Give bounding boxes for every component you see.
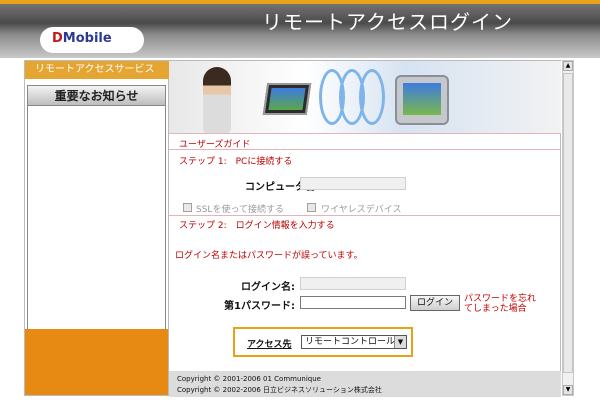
scroll-thumb[interactable] [563, 73, 573, 373]
sidebar-footer-block [25, 329, 168, 395]
password-label: 第1パスワード: [224, 301, 295, 312]
notice-panel: 重要なお知らせ [27, 85, 166, 333]
scroll-up-icon[interactable]: ▲ [563, 61, 573, 71]
password-input[interactable] [300, 296, 406, 309]
signal-ring-icon [359, 69, 385, 125]
logo[interactable]: DMobile [40, 27, 144, 53]
divider [169, 149, 561, 150]
logo-text: DMobile [52, 31, 112, 46]
copyright-line-1: Copyright © 2001-2006 01 Communique [177, 375, 321, 383]
copyright-line-2: Copyright © 2002-2006 日立ビジネスソリューション株式会社 [177, 386, 382, 394]
ssl-checkbox[interactable] [183, 203, 192, 212]
main-panel: ユーザーズガイド ステップ 1: PCに接続する コンピュータ名: SSLを使っ… [169, 60, 561, 397]
divider [169, 133, 561, 134]
right-margin [575, 58, 600, 400]
chevron-down-icon[interactable]: ▼ [394, 336, 406, 348]
footer: Copyright © 2001-2006 01 Communique Copy… [169, 371, 561, 397]
page-header: DMobile リモートアクセスログイン [0, 0, 600, 58]
laptop-screen [268, 88, 306, 110]
destination-selected: リモートコントロール [305, 337, 396, 347]
sidebar-heading: リモートアクセスサービス [25, 61, 170, 79]
laptop-icon [262, 83, 312, 115]
ssl-label: SSLを使って接続する [196, 205, 284, 215]
login-name-input[interactable] [300, 277, 406, 290]
banner-person [203, 67, 231, 133]
step1-heading: ステップ 1: PCに接続する [179, 157, 293, 167]
header-accent-line [0, 0, 600, 4]
forgot-password-link[interactable]: パスワードを忘れてしまった場合 [464, 294, 544, 314]
scroll-down-icon[interactable]: ▼ [563, 385, 573, 395]
banner-image [169, 61, 561, 133]
wireless-label: ワイヤレスデバイス [321, 205, 402, 215]
login-name-label: ログイン名: [241, 282, 295, 293]
logo-letter: D [52, 31, 63, 46]
error-message: ログイン名またはパスワードが誤っています。 [175, 251, 363, 261]
monitor-icon [395, 75, 449, 125]
monitor-screen [403, 83, 441, 115]
destination-box: アクセス先 リモートコントロール ▼ [233, 327, 413, 357]
step2-heading: ステップ 2: ログイン情報を入力する [179, 221, 335, 231]
vertical-scrollbar[interactable]: ▲ ▼ [562, 60, 574, 396]
logo-word: Mobile [62, 31, 112, 46]
destination-select[interactable]: リモートコントロール ▼ [301, 335, 407, 349]
sidebar: リモートアクセスサービス 重要なお知らせ [24, 60, 170, 396]
destination-label[interactable]: アクセス先 [247, 337, 292, 350]
computer-name-input[interactable] [300, 177, 406, 190]
wireless-checkbox[interactable] [307, 203, 316, 212]
notice-tab[interactable]: 重要なお知らせ [28, 86, 165, 106]
divider [169, 215, 561, 216]
page-title: リモートアクセスログイン [262, 10, 513, 34]
login-button[interactable]: ログイン [410, 295, 460, 311]
